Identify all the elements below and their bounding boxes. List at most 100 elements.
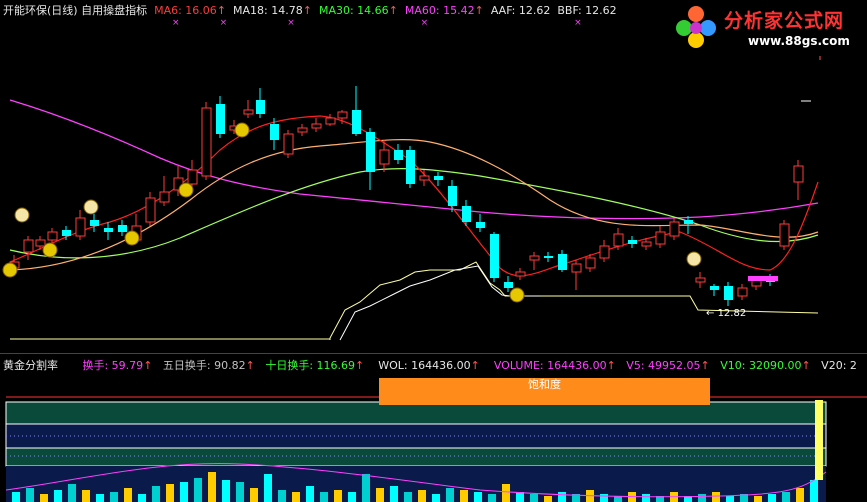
candle-body[interactable] bbox=[476, 222, 485, 228]
candle-body[interactable] bbox=[669, 221, 680, 237]
candle-body[interactable] bbox=[187, 169, 198, 185]
candle-body[interactable] bbox=[724, 286, 733, 300]
candle-body[interactable] bbox=[394, 150, 403, 160]
candle-body[interactable] bbox=[490, 234, 499, 278]
volume-bar bbox=[208, 472, 216, 502]
volume-bar bbox=[68, 484, 76, 502]
candle-body[interactable] bbox=[325, 117, 336, 125]
volume-bar bbox=[698, 494, 706, 502]
candle-body[interactable] bbox=[311, 123, 322, 129]
candle-body[interactable] bbox=[159, 191, 170, 203]
candle-body[interactable] bbox=[737, 287, 748, 297]
candle-body[interactable] bbox=[599, 245, 610, 259]
volume-bar bbox=[810, 480, 818, 502]
candle-body[interactable] bbox=[201, 107, 212, 177]
signal-bar bbox=[815, 400, 823, 480]
candle-body[interactable] bbox=[270, 124, 279, 140]
volume-bar bbox=[390, 486, 398, 502]
candle-body[interactable] bbox=[779, 223, 790, 247]
candle-body[interactable] bbox=[352, 110, 361, 134]
logo-brand: 分析家公式网 bbox=[724, 10, 845, 32]
candle-body[interactable] bbox=[448, 186, 457, 206]
candle-body[interactable] bbox=[75, 217, 86, 237]
volume-bar bbox=[754, 496, 762, 502]
candle-body[interactable] bbox=[104, 228, 113, 232]
volume-bar bbox=[138, 494, 146, 502]
candle-body[interactable] bbox=[641, 241, 652, 247]
candle-body[interactable] bbox=[243, 109, 254, 115]
site-logo[interactable]: 分析家公式网 www.88gs.com bbox=[668, 0, 867, 56]
candle-body[interactable] bbox=[529, 255, 540, 261]
candle-body[interactable] bbox=[628, 240, 637, 244]
candle-body[interactable] bbox=[684, 220, 693, 224]
wol-label: WOL: 164436.00 bbox=[378, 359, 471, 372]
candle-body[interactable] bbox=[613, 233, 624, 247]
candle-body[interactable] bbox=[462, 206, 471, 222]
candle-body[interactable] bbox=[710, 286, 719, 290]
volume-bar bbox=[460, 490, 468, 502]
smile-face-icon bbox=[686, 251, 702, 267]
volume-bar bbox=[544, 496, 552, 502]
frown-face-icon bbox=[124, 230, 140, 246]
volume-bar bbox=[432, 494, 440, 502]
candle-body[interactable] bbox=[216, 104, 225, 134]
volume-bar bbox=[768, 494, 776, 502]
candle-body[interactable] bbox=[571, 263, 582, 273]
volume-bar bbox=[642, 494, 650, 502]
candle-body[interactable] bbox=[366, 132, 375, 172]
volume-bar bbox=[446, 488, 454, 502]
volume-bar bbox=[600, 494, 608, 502]
volume-bar bbox=[54, 490, 62, 502]
low-price-label: ← 12.82 bbox=[706, 308, 746, 319]
volume-bar bbox=[334, 490, 342, 502]
volume-bar bbox=[12, 492, 20, 502]
frown-face-icon bbox=[42, 242, 58, 258]
panel-divider bbox=[0, 353, 867, 354]
candle-body[interactable] bbox=[434, 176, 443, 180]
candle-body[interactable] bbox=[35, 239, 46, 247]
candle-body[interactable] bbox=[337, 111, 348, 119]
volume-label: VOLUME: 164436.00 bbox=[493, 359, 607, 372]
candle-body[interactable] bbox=[558, 254, 567, 270]
volume-bar bbox=[782, 492, 790, 502]
candle-body[interactable] bbox=[90, 220, 99, 226]
v20-label: V20: 2 bbox=[821, 359, 857, 372]
turnover10-label: 十日换手: 116.69 bbox=[265, 359, 356, 372]
candle-body[interactable] bbox=[419, 175, 430, 181]
candle-body[interactable] bbox=[118, 225, 127, 232]
volume-bar bbox=[418, 490, 426, 502]
candle-body[interactable] bbox=[544, 256, 553, 258]
volume-bar bbox=[152, 486, 160, 502]
candle-body[interactable] bbox=[504, 282, 513, 288]
candle-body[interactable] bbox=[655, 231, 666, 245]
volume-bar bbox=[26, 488, 34, 502]
candle-body[interactable] bbox=[515, 271, 526, 277]
v10-label: V10: 32090.00 bbox=[720, 359, 802, 372]
frown-face-icon bbox=[234, 122, 250, 138]
volume-bar bbox=[250, 488, 258, 502]
smile-face-icon bbox=[14, 207, 30, 223]
candle-body[interactable] bbox=[23, 239, 34, 253]
flower-logo-icon bbox=[676, 6, 716, 48]
candle-body[interactable] bbox=[695, 277, 706, 283]
volume-bar bbox=[194, 478, 202, 502]
volume-bar bbox=[110, 492, 118, 502]
candle-body[interactable] bbox=[62, 230, 71, 236]
candle-body[interactable] bbox=[145, 197, 156, 223]
turnover-label: 换手: 59.79 bbox=[82, 359, 144, 372]
candle-body[interactable] bbox=[379, 149, 390, 165]
turnover5-label: 五日换手: 90.82 bbox=[162, 359, 246, 372]
candle-body[interactable] bbox=[406, 150, 415, 184]
candle-body[interactable] bbox=[283, 133, 294, 155]
candle-body[interactable] bbox=[47, 231, 58, 241]
candle-body[interactable] bbox=[297, 127, 308, 133]
candle-body[interactable] bbox=[585, 257, 596, 269]
volume-bar bbox=[376, 488, 384, 502]
candle-body[interactable] bbox=[256, 100, 265, 114]
volume-bar bbox=[222, 480, 230, 502]
sub-indicator-name: 黄金分割率 bbox=[3, 359, 58, 372]
volume-bar bbox=[124, 488, 132, 502]
candle-body[interactable] bbox=[793, 165, 804, 183]
volume-bar bbox=[712, 492, 720, 502]
indicator-name: 自用操盘指标 bbox=[81, 4, 148, 17]
